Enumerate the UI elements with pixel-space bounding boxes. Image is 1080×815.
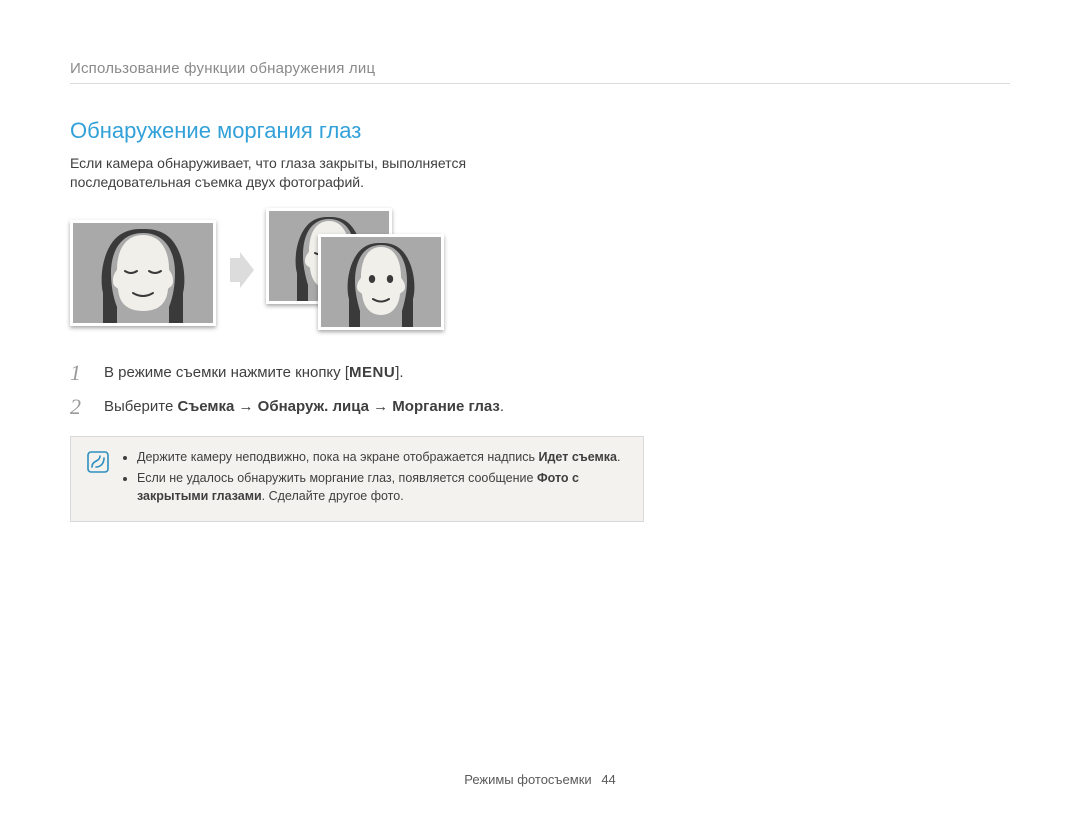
intro-paragraph: Если камера обнаруживает, что глаза закр… [70, 154, 570, 192]
step-number: 2 [70, 396, 88, 418]
note-item-2: Если не удалось обнаружить моргание глаз… [137, 470, 627, 505]
arrow-right-icon [226, 250, 256, 295]
note-2-post: . Сделайте другое фото. [262, 489, 404, 503]
step-text: Выберите Съемка → Обнаруж. лица → Морган… [104, 396, 504, 418]
step-2-bold: Съемка → Обнаруж. лица → Моргание глаз [177, 398, 499, 415]
note-icon [87, 451, 109, 510]
photo-result-front [318, 234, 444, 330]
photo-stack [266, 208, 436, 338]
page-number: 44 [601, 772, 615, 787]
section-header: Использование функции обнаружения лиц [70, 60, 1010, 84]
step-1-pre: В режиме съемки нажмите кнопку [ [104, 364, 349, 381]
face-eyes-closed-icon [73, 223, 213, 323]
footer-label: Режимы фотосъемки [464, 772, 591, 787]
page-footer: Режимы фотосъемки 44 [0, 772, 1080, 787]
step-number: 1 [70, 362, 88, 384]
note-list: Держите камеру неподвижно, пока на экран… [123, 449, 627, 510]
step-2-post: . [500, 398, 504, 415]
step-2: 2 Выберите Съемка → Обнаруж. лица → Морг… [70, 396, 590, 418]
step-2-pre: Выберите [104, 398, 177, 415]
face-eyes-open-icon [321, 237, 441, 327]
figure-row [70, 208, 1010, 338]
step-1: 1 В режиме съемки нажмите кнопку [MENU]. [70, 362, 590, 384]
photo-eyes-closed [70, 220, 216, 326]
page-title: Обнаружение моргания глаз [70, 118, 1010, 144]
note-2-pre: Если не удалось обнаружить моргание глаз… [137, 471, 537, 485]
steps-list: 1 В режиме съемки нажмите кнопку [MENU].… [70, 362, 590, 418]
manual-page: Использование функции обнаружения лиц Об… [0, 0, 1080, 815]
menu-label: MENU [349, 362, 395, 384]
note-1-pre: Держите камеру неподвижно, пока на экран… [137, 450, 539, 464]
note-1-bold: Идет съемка [539, 450, 617, 464]
step-1-post: ]. [395, 364, 403, 381]
note-item-1: Держите камеру неподвижно, пока на экран… [137, 449, 627, 467]
step-text: В режиме съемки нажмите кнопку [MENU]. [104, 362, 404, 384]
note-box: Держите камеру неподвижно, пока на экран… [70, 436, 644, 523]
note-1-post: . [617, 450, 620, 464]
